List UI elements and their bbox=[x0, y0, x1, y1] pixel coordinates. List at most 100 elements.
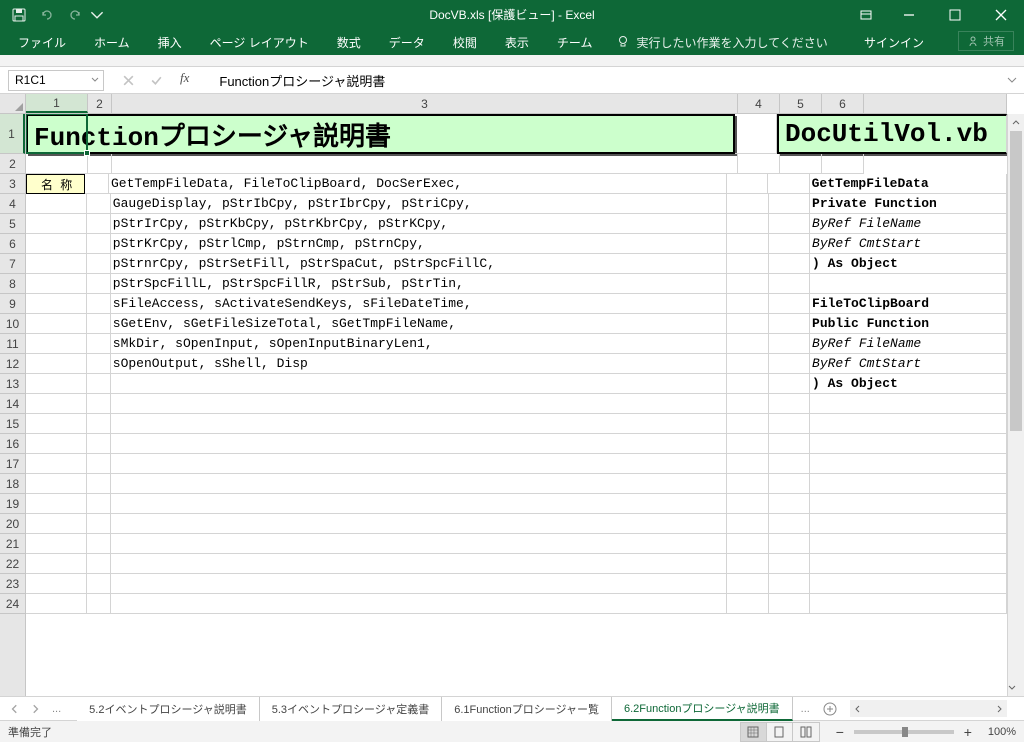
cell[interactable] bbox=[26, 514, 87, 534]
cell[interactable] bbox=[87, 534, 111, 554]
cell[interactable] bbox=[822, 154, 864, 174]
cell[interactable] bbox=[727, 594, 768, 614]
cell[interactable] bbox=[85, 174, 109, 194]
scroll-down-button[interactable] bbox=[1008, 679, 1016, 696]
row-header[interactable]: 7 bbox=[0, 254, 25, 274]
cell[interactable] bbox=[727, 414, 768, 434]
cell[interactable] bbox=[111, 514, 727, 534]
tab-page-layout[interactable]: ページ レイアウト bbox=[196, 29, 323, 55]
vertical-scrollbar[interactable] bbox=[1007, 114, 1024, 696]
cell[interactable] bbox=[769, 294, 810, 314]
row-header[interactable]: 20 bbox=[0, 514, 25, 534]
tell-me-search[interactable]: 実行したい作業を入力してください bbox=[606, 29, 827, 55]
cell[interactable] bbox=[87, 234, 111, 254]
cell[interactable] bbox=[26, 154, 88, 174]
cell[interactable] bbox=[111, 414, 727, 434]
cell[interactable] bbox=[87, 214, 111, 234]
share-button[interactable]: 共有 bbox=[958, 31, 1014, 51]
row-label-cell[interactable]: 名 称 bbox=[26, 174, 85, 194]
zoom-in-button[interactable]: + bbox=[960, 724, 976, 740]
row-header[interactable]: 14 bbox=[0, 394, 25, 414]
signin-link[interactable]: サインイン bbox=[854, 29, 934, 55]
insert-function-button[interactable]: fx bbox=[180, 70, 189, 90]
tab-review[interactable]: 校閲 bbox=[439, 29, 491, 55]
cell[interactable] bbox=[111, 374, 727, 394]
row-header[interactable]: 3 bbox=[0, 174, 25, 194]
cell[interactable] bbox=[769, 314, 810, 334]
cell[interactable] bbox=[26, 454, 87, 474]
cell[interactable] bbox=[87, 194, 111, 214]
cancel-formula-button[interactable] bbox=[118, 70, 138, 90]
cell[interactable] bbox=[769, 334, 810, 354]
cell[interactable] bbox=[87, 594, 111, 614]
cell[interactable]: pStrSpcFillL, pStrSpcFillR, pStrSub, pSt… bbox=[111, 274, 727, 294]
zoom-slider-thumb[interactable] bbox=[902, 727, 908, 737]
cell[interactable] bbox=[26, 434, 87, 454]
cell[interactable] bbox=[769, 394, 810, 414]
row-header[interactable]: 16 bbox=[0, 434, 25, 454]
cell[interactable]: sMkDir, sOpenInput, sOpenInputBinaryLen1… bbox=[111, 334, 727, 354]
sheet-nav-prev[interactable] bbox=[6, 700, 24, 718]
cell[interactable] bbox=[26, 494, 87, 514]
cell[interactable]: ByRef FileName bbox=[810, 334, 1007, 354]
row-header[interactable]: 12 bbox=[0, 354, 25, 374]
cell[interactable]: sOpenOutput, sShell, Disp bbox=[111, 354, 727, 374]
cell[interactable] bbox=[727, 174, 768, 194]
cell[interactable] bbox=[769, 374, 810, 394]
cell[interactable]: ) As Object bbox=[810, 254, 1007, 274]
cell[interactable] bbox=[727, 554, 768, 574]
zoom-slider[interactable] bbox=[854, 730, 954, 734]
cell[interactable] bbox=[111, 434, 727, 454]
cell[interactable] bbox=[111, 494, 727, 514]
cell[interactable] bbox=[769, 354, 810, 374]
cell[interactable] bbox=[26, 274, 87, 294]
cell[interactable] bbox=[727, 374, 768, 394]
cell[interactable]: Private Function bbox=[810, 194, 1007, 214]
tab-insert[interactable]: 挿入 bbox=[144, 29, 196, 55]
select-all-button[interactable] bbox=[0, 94, 26, 114]
cell[interactable] bbox=[769, 594, 810, 614]
cell[interactable] bbox=[87, 354, 111, 374]
column-header[interactable]: 1 bbox=[26, 94, 88, 113]
cell[interactable] bbox=[810, 394, 1007, 414]
cell[interactable]: FileToClipBoard bbox=[810, 294, 1007, 314]
cell[interactable] bbox=[769, 434, 810, 454]
cell[interactable] bbox=[727, 454, 768, 474]
cell[interactable] bbox=[88, 154, 112, 174]
cell[interactable] bbox=[769, 214, 810, 234]
page-break-view-button[interactable] bbox=[793, 723, 819, 741]
tab-formulas[interactable]: 数式 bbox=[323, 29, 375, 55]
sheet-nav-next[interactable] bbox=[26, 700, 44, 718]
cell[interactable] bbox=[810, 414, 1007, 434]
cell[interactable]: GetTempFileData, FileToClipBoard, DocSer… bbox=[109, 174, 727, 194]
cell[interactable] bbox=[26, 354, 87, 374]
cells-area[interactable]: Functionプロシージャ説明書 DocUtilVol.vb 名 称 GetT… bbox=[26, 114, 1007, 696]
row-header[interactable]: 9 bbox=[0, 294, 25, 314]
row-header[interactable]: 4 bbox=[0, 194, 25, 214]
cell[interactable] bbox=[768, 174, 809, 194]
cell[interactable] bbox=[26, 294, 87, 314]
cell[interactable]: Public Function bbox=[810, 314, 1007, 334]
cell[interactable] bbox=[87, 374, 111, 394]
scroll-right-button[interactable] bbox=[990, 700, 1007, 717]
cell[interactable] bbox=[87, 314, 111, 334]
cell[interactable] bbox=[727, 474, 768, 494]
add-sheet-button[interactable] bbox=[818, 702, 842, 716]
close-button[interactable] bbox=[978, 0, 1024, 29]
cell[interactable] bbox=[769, 194, 810, 214]
row-header[interactable]: 22 bbox=[0, 554, 25, 574]
row-header[interactable]: 1 bbox=[0, 114, 25, 154]
cell[interactable] bbox=[26, 554, 87, 574]
row-header[interactable]: 2 bbox=[0, 154, 25, 174]
row-header[interactable]: 6 bbox=[0, 234, 25, 254]
cell[interactable] bbox=[26, 314, 87, 334]
sheet-more-right[interactable]: ... bbox=[793, 703, 818, 715]
cell[interactable] bbox=[769, 534, 810, 554]
cell[interactable] bbox=[769, 494, 810, 514]
cell[interactable] bbox=[87, 474, 111, 494]
fill-handle[interactable] bbox=[84, 150, 90, 156]
cell[interactable] bbox=[87, 494, 111, 514]
cell[interactable] bbox=[769, 474, 810, 494]
row-header[interactable]: 11 bbox=[0, 334, 25, 354]
cell[interactable] bbox=[727, 394, 768, 414]
